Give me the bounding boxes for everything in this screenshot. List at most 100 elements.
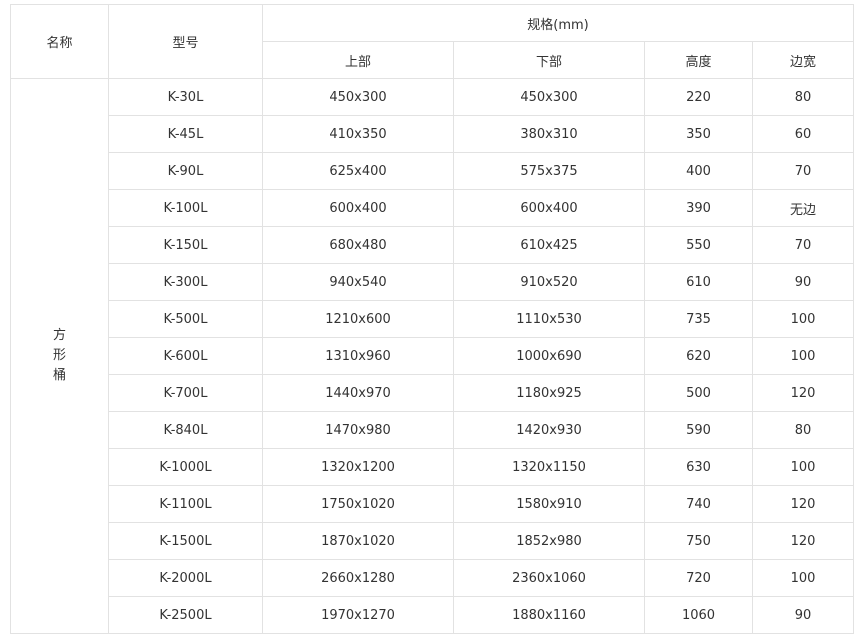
category-cell: 方形桶 [10,78,109,634]
header-model: 型号 [108,4,263,79]
cell-height: 740 [644,485,753,523]
cell-model: K-600L [108,337,263,375]
cell-height: 735 [644,300,753,338]
category-char: 方 [52,328,66,343]
table-row: K-90L 625x400 575x375 400 70 [11,152,855,190]
cell-edge: 120 [751,485,855,523]
cell-height: 220 [644,78,753,116]
header-spec: 规格(mm) [261,4,855,42]
cell-model: K-1500L [108,522,263,560]
table-row: 方形桶 K-30L 450x300 450x300 220 80 [10,78,855,634]
cell-edge: 70 [751,226,855,264]
cell-top: 625x400 [262,152,454,190]
header-bottom: 下部 [453,41,645,79]
cell-top: 450x300 [262,78,454,116]
cell-edge: 100 [751,300,855,338]
table-row: K-840L 1470x980 1420x930 590 80 [11,411,855,449]
cell-height: 720 [644,559,753,597]
cell-model: K-90L [108,152,263,190]
cell-top: 1970x1270 [262,596,454,634]
cell-top: 600x400 [262,189,454,227]
cell-model: K-840L [108,411,263,449]
cell-bottom: 575x375 [453,152,645,190]
cell-bottom: 380x310 [453,115,645,153]
table-row: K-300L 940x540 910x520 610 90 [11,263,855,301]
cell-top: 1870x1020 [262,522,454,560]
cell-edge: 120 [751,522,855,560]
cell-height: 1060 [644,596,753,634]
cell-top: 1470x980 [262,411,454,449]
cell-top: 1440x970 [262,374,454,412]
cell-model: K-2000L [108,559,263,597]
cell-bottom: 1000x690 [453,337,645,375]
cell-height: 500 [644,374,753,412]
cell-edge: 100 [751,559,855,597]
cell-edge: 无边 [751,189,855,227]
cell-model: K-500L [108,300,263,338]
cell-top: 680x480 [262,226,454,264]
table-row: K-2500L 1970x1270 1880x1160 1060 90 [11,596,855,634]
cell-top: 1310x960 [262,337,454,375]
cell-model: K-30L [108,78,263,116]
cell-top: 940x540 [262,263,454,301]
cell-model: K-1100L [108,485,263,523]
cell-bottom: 1420x930 [453,411,645,449]
cell-edge: 120 [751,374,855,412]
header-edge: 边宽 [751,41,855,79]
table-row: K-700L 1440x970 1180x925 500 120 [11,374,855,412]
cell-bottom: 1580x910 [453,485,645,523]
cell-edge: 90 [751,263,855,301]
cell-height: 350 [644,115,753,153]
cell-bottom: 1852x980 [453,522,645,560]
cell-model: K-300L [108,263,263,301]
cell-height: 590 [644,411,753,449]
cell-edge: 70 [751,152,855,190]
cell-model: K-1000L [108,448,263,486]
cell-edge: 60 [751,115,855,153]
table-row: K-100L 600x400 600x400 390 无边 [11,189,855,227]
cell-height: 750 [644,522,753,560]
cell-height: 400 [644,152,753,190]
cell-model: K-700L [108,374,263,412]
cell-bottom: 1320x1150 [453,448,645,486]
category-char: 桶 [52,368,66,383]
cell-edge: 90 [751,596,855,634]
cell-model: K-100L [108,189,263,227]
cell-height: 550 [644,226,753,264]
cell-bottom: 600x400 [453,189,645,227]
cell-model: K-2500L [108,596,263,634]
cell-top: 410x350 [262,115,454,153]
cell-height: 610 [644,263,753,301]
cell-bottom: 1180x925 [453,374,645,412]
cell-bottom: 1880x1160 [453,596,645,634]
header-name: 名称 [10,4,109,79]
table-row: K-45L 410x350 380x310 350 60 [11,115,855,153]
header-row-1: 名称 型号 规格(mm) [10,4,855,79]
spec-table: 名称 型号 规格(mm) 上部 下部 高度 边宽 方形桶 K-30L 450x300… [10,4,855,634]
cell-edge: 80 [751,78,855,116]
cell-bottom: 2360x1060 [453,559,645,597]
spec-table-container: 名称 型号 规格(mm) 上部 下部 高度 边宽 方形桶 K-30L 450x300… [10,4,855,634]
category-char: 形 [52,348,66,363]
cell-top: 1750x1020 [262,485,454,523]
cell-edge: 80 [751,411,855,449]
cell-top: 1320x1200 [262,448,454,486]
table-row: K-1000L 1320x1200 1320x1150 630 100 [11,448,855,486]
table-body: 方形桶 K-30L 450x300 450x300 220 80 K-45L 410x350 3… [10,78,855,634]
cell-height: 630 [644,448,753,486]
cell-edge: 100 [751,337,855,375]
cell-bottom: 610x425 [453,226,645,264]
cell-model: K-150L [108,226,263,264]
header-top: 上部 [262,41,454,79]
table-row: K-1500L 1870x1020 1852x980 750 120 [11,522,855,560]
cell-bottom: 910x520 [453,263,645,301]
cell-bottom: 1110x530 [453,300,645,338]
cell-edge: 100 [751,448,855,486]
table-row: K-1100L 1750x1020 1580x910 740 120 [11,485,855,523]
cell-height: 390 [644,189,753,227]
table-row: K-150L 680x480 610x425 550 70 [11,226,855,264]
table-row: K-600L 1310x960 1000x690 620 100 [11,337,855,375]
cell-top: 1210x600 [262,300,454,338]
cell-bottom: 450x300 [453,78,645,116]
cell-height: 620 [644,337,753,375]
